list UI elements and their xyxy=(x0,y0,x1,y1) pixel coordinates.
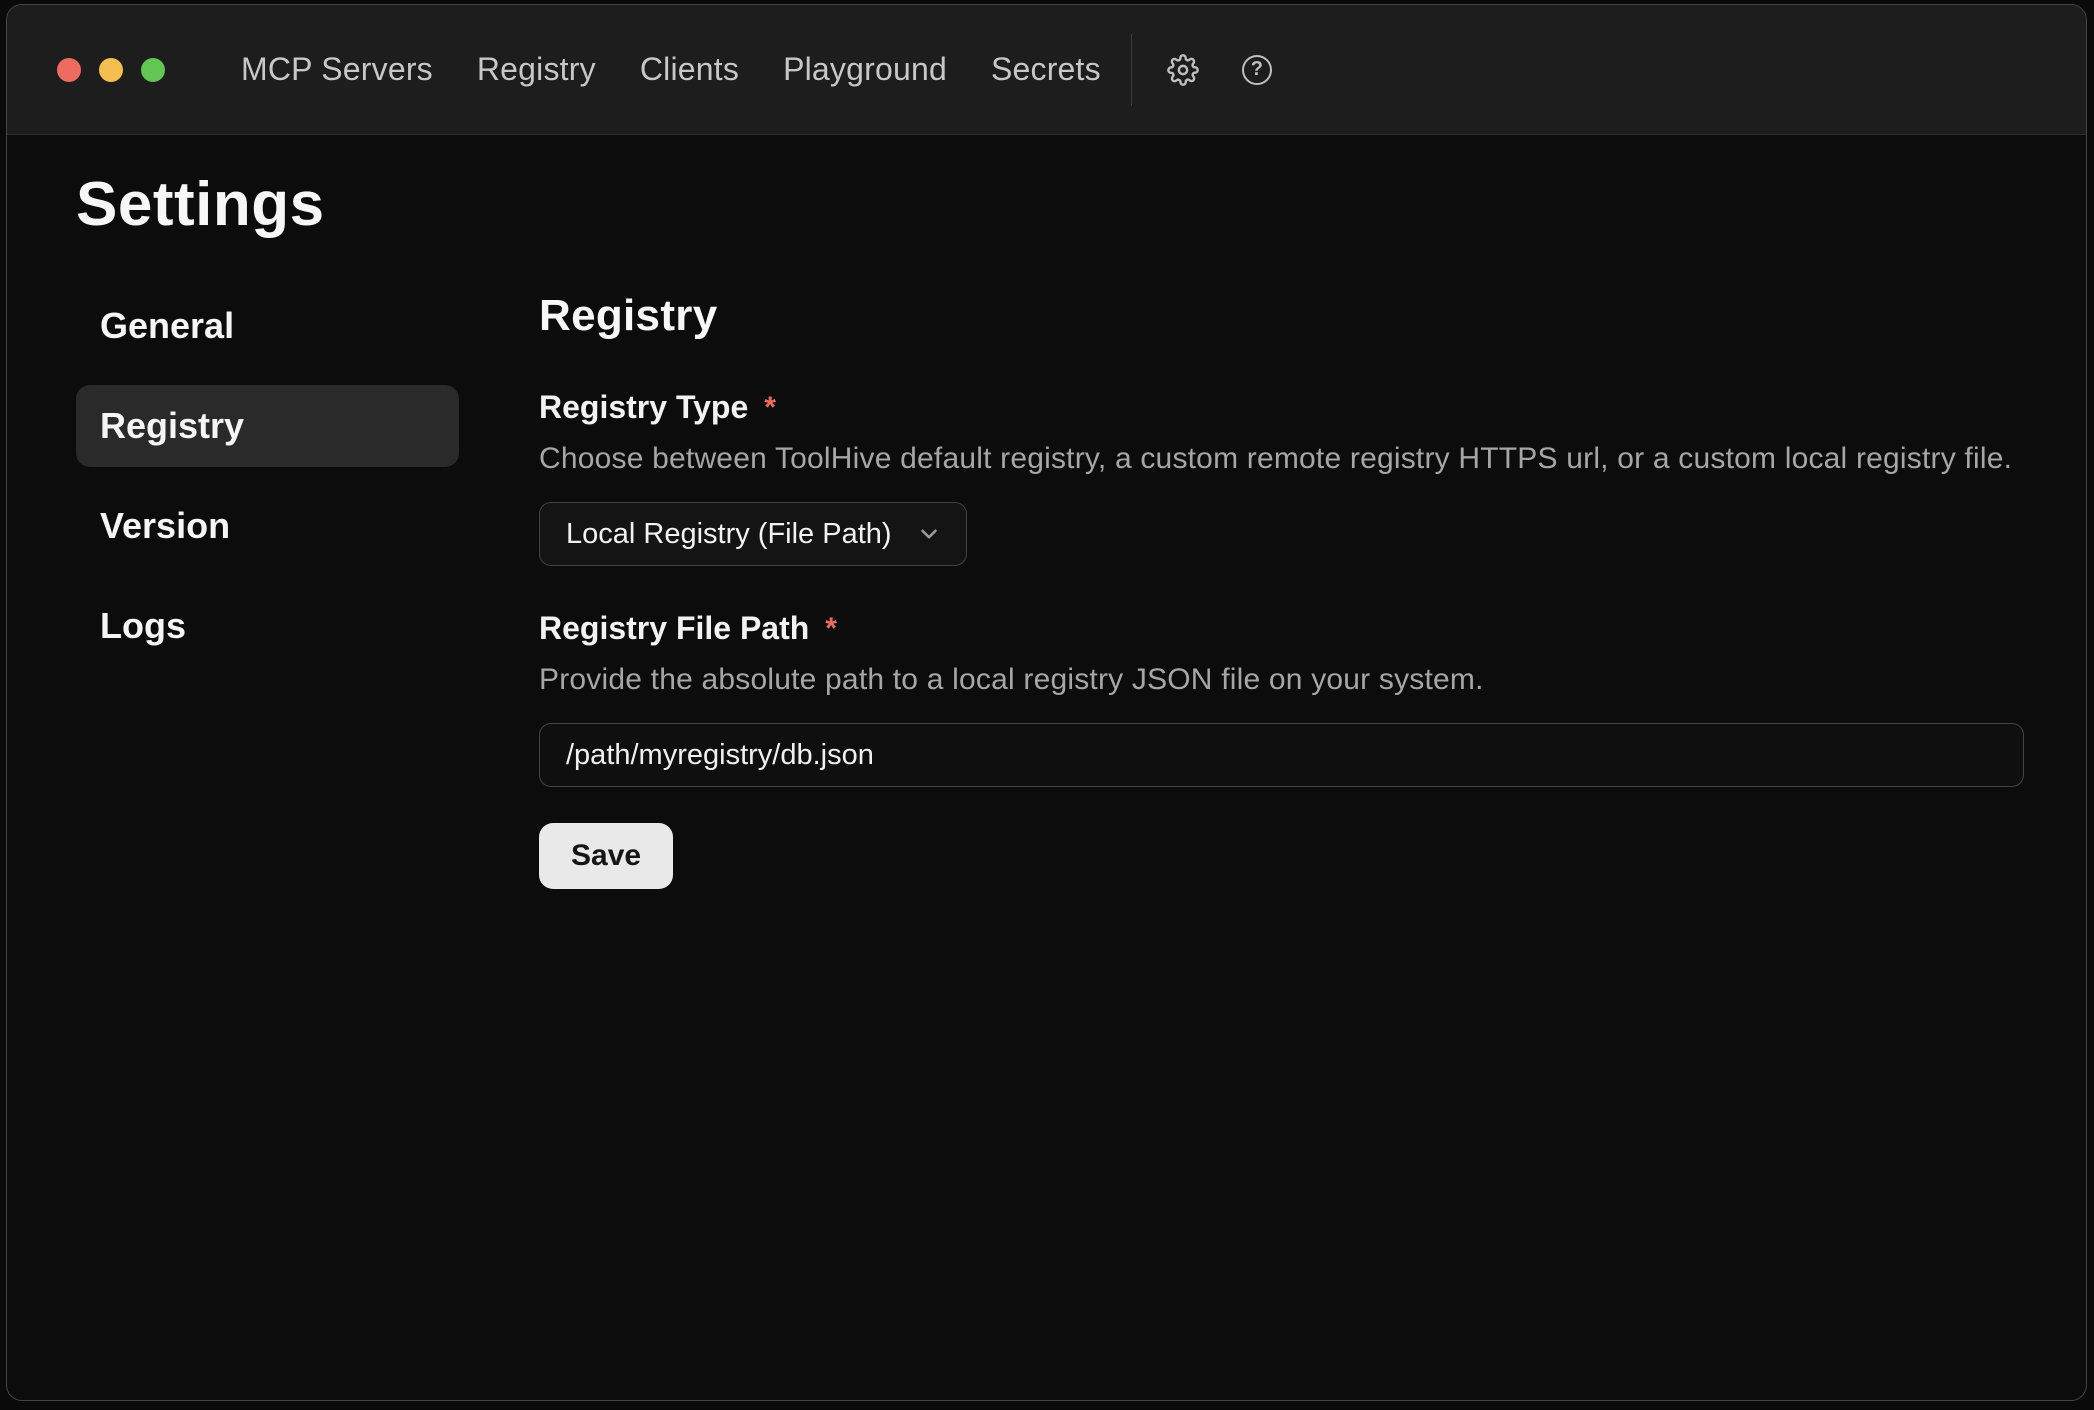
settings-sidebar: General Registry Version Logs xyxy=(76,285,459,889)
section-heading: Registry xyxy=(539,291,2024,341)
help-icon: ? xyxy=(1242,55,1272,85)
help-button[interactable]: ? xyxy=(1240,53,1274,87)
registry-file-path-description: Provide the absolute path to a local reg… xyxy=(539,663,2024,697)
titlebar-divider xyxy=(1131,34,1132,106)
top-nav: MCP Servers Registry Clients Playground … xyxy=(241,51,1101,88)
nav-secrets[interactable]: Secrets xyxy=(991,51,1101,88)
settings-gear-icon[interactable] xyxy=(1166,53,1200,87)
titlebar-icons: ? xyxy=(1166,53,1274,87)
registry-file-path-label: Registry File Path xyxy=(539,610,809,647)
sidebar-item-version[interactable]: Version xyxy=(76,485,459,567)
required-asterisk: * xyxy=(764,391,776,425)
registry-type-description: Choose between ToolHive default registry… xyxy=(539,442,2024,476)
registry-type-field: Registry Type * Choose between ToolHive … xyxy=(539,389,2024,566)
gear-icon xyxy=(1167,54,1199,86)
nav-mcp-servers[interactable]: MCP Servers xyxy=(241,51,433,88)
registry-type-label: Registry Type xyxy=(539,389,748,426)
zoom-window-button[interactable] xyxy=(141,58,165,82)
close-window-button[interactable] xyxy=(57,58,81,82)
registry-file-path-input[interactable] xyxy=(539,723,2024,787)
save-button[interactable]: Save xyxy=(539,823,673,889)
sidebar-item-registry[interactable]: Registry xyxy=(76,385,459,467)
registry-file-path-field: Registry File Path * Provide the absolut… xyxy=(539,610,2024,787)
title-bar: MCP Servers Registry Clients Playground … xyxy=(7,5,2086,135)
registry-settings-panel: Registry Registry Type * Choose between … xyxy=(539,285,2024,889)
app-window: MCP Servers Registry Clients Playground … xyxy=(6,4,2087,1401)
nav-clients[interactable]: Clients xyxy=(640,51,739,88)
sidebar-item-general[interactable]: General xyxy=(76,285,459,367)
sidebar-item-logs[interactable]: Logs xyxy=(76,585,459,667)
page-title: Settings xyxy=(76,171,2024,239)
chevron-down-icon xyxy=(916,521,942,547)
required-asterisk: * xyxy=(825,612,837,646)
minimize-window-button[interactable] xyxy=(99,58,123,82)
settings-page: Settings General Registry Version Logs R… xyxy=(7,135,2086,1400)
nav-playground[interactable]: Playground xyxy=(783,51,947,88)
traffic-lights xyxy=(57,58,165,82)
registry-type-select[interactable]: Local Registry (File Path) xyxy=(539,502,967,566)
nav-registry[interactable]: Registry xyxy=(477,51,596,88)
registry-type-selected-value: Local Registry (File Path) xyxy=(566,518,892,551)
